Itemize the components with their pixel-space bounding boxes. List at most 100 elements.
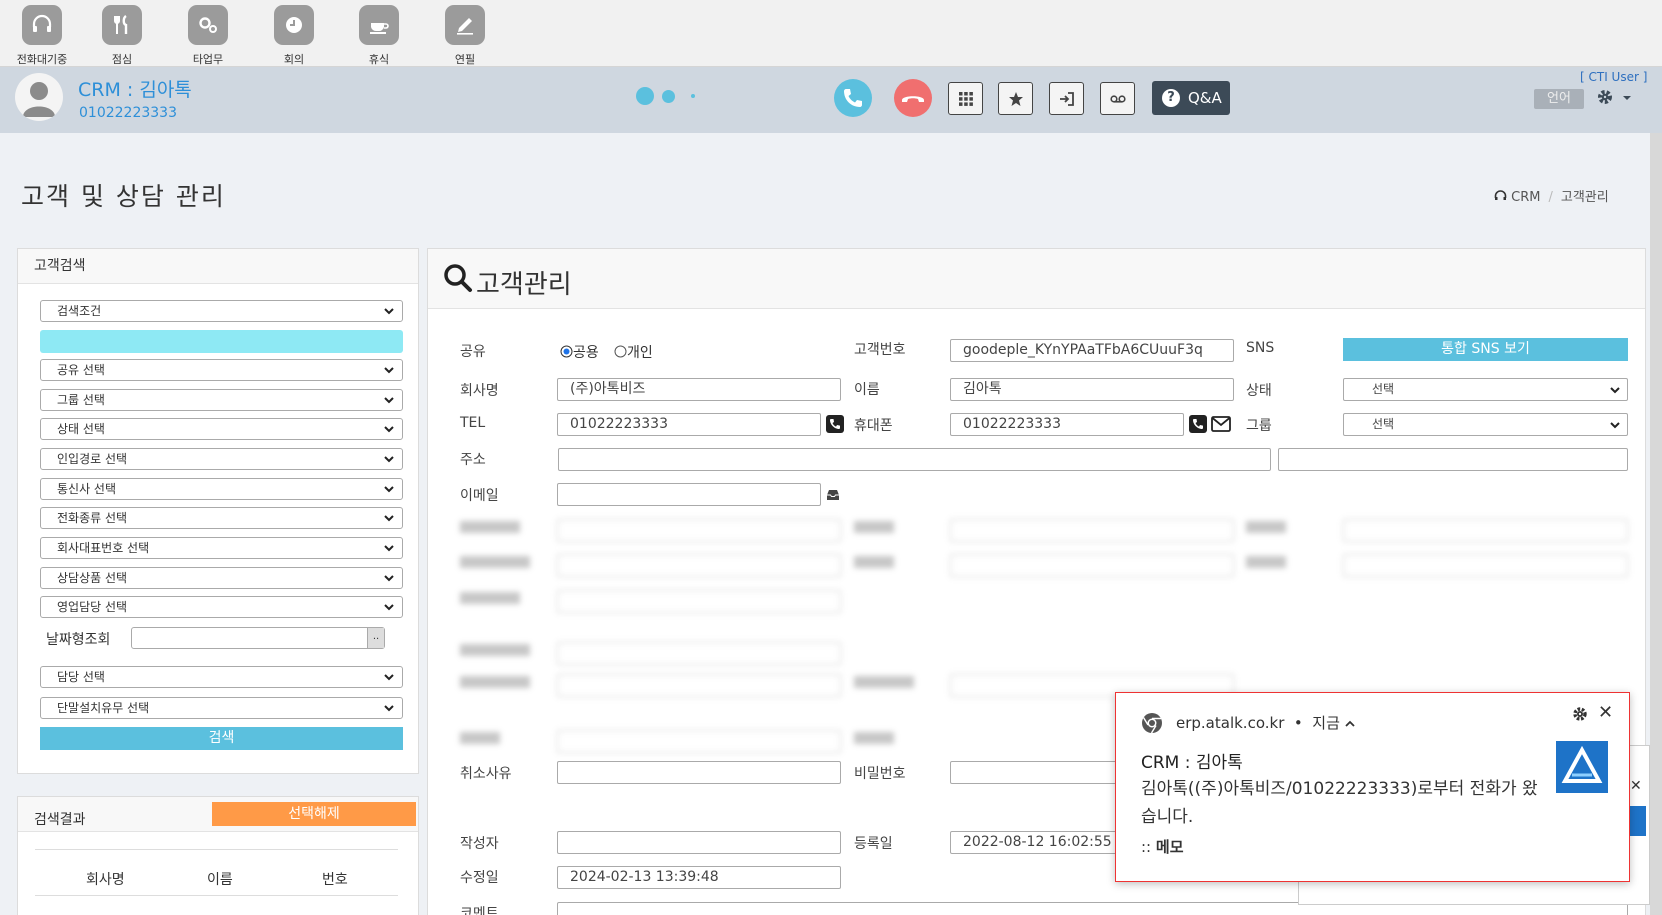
date-picker-button[interactable]: .. (367, 628, 384, 648)
inflow-path-select[interactable]: 인입경로 선택 (40, 448, 403, 470)
status-waiting-button[interactable]: 전화대기중 (0, 5, 84, 67)
company-number-select[interactable]: 회사대표번호 선택 (40, 537, 403, 559)
envelope-icon[interactable] (1211, 416, 1231, 432)
loading-dot (662, 90, 675, 103)
panel-title: 고객검색 (18, 249, 418, 284)
search-result-panel: 검색결과 선택해제 회사명 이름 번호 (17, 796, 419, 915)
cti-user-link[interactable]: [ CTI User ] (1580, 70, 1647, 84)
notification-memo[interactable]: :: 메모 (1141, 836, 1184, 857)
search-icon (444, 264, 472, 292)
customer-no-field[interactable]: goodeple_KYnYPAaTFbA6CUuuF3q (950, 339, 1234, 362)
email-field[interactable] (557, 483, 821, 506)
loading-dot (691, 94, 695, 98)
sns-view-button[interactable]: 통합 SNS 보기 (1343, 338, 1628, 361)
page-scrollbar[interactable] (1650, 133, 1662, 915)
tel-label: TEL (460, 415, 486, 431)
keypad-icon (959, 92, 973, 106)
column-number[interactable]: 번호 (322, 869, 348, 889)
company-field[interactable]: (주)아톡비즈 (557, 378, 841, 401)
writer-field[interactable] (557, 831, 841, 854)
headset-icon (22, 5, 62, 45)
favorite-button[interactable] (998, 82, 1033, 115)
coffee-icon (359, 5, 399, 45)
modified-label: 수정일 (460, 870, 499, 886)
password-label: 비밀번호 (854, 766, 906, 782)
search-button[interactable]: 검색 (40, 727, 403, 750)
date-range-input[interactable]: .. (131, 627, 385, 649)
status-select[interactable]: 선택 (1343, 378, 1628, 401)
agent-status-bar: 전화대기중 점심 타업무 회의 휴식 연필 (0, 0, 1662, 67)
loading-dot (636, 87, 654, 105)
name-label: 이름 (854, 382, 880, 398)
address-detail-field[interactable] (1278, 448, 1628, 471)
name-field[interactable]: 김아톡 (950, 378, 1234, 401)
phone-square-icon[interactable] (826, 415, 844, 433)
cancel-reason-field[interactable] (557, 761, 841, 784)
language-button[interactable]: 언어 (1534, 89, 1584, 109)
date-search-label: 날짜형조회 (46, 632, 111, 648)
manager-select[interactable]: 담당 선택 (40, 666, 403, 688)
group-select[interactable]: 선택 (1343, 413, 1628, 436)
keypad-button[interactable] (948, 82, 983, 115)
breadcrumb-separator: / (1548, 190, 1553, 205)
carrier-select[interactable]: 통신사 선택 (40, 478, 403, 500)
company-label: 회사명 (460, 383, 499, 399)
notification-title: CRM : 김아톡 (1141, 753, 1243, 773)
sales-manager-select[interactable]: 영업담당 선택 (40, 596, 403, 618)
deselect-button[interactable]: 선택해제 (212, 802, 416, 826)
hangup-icon (902, 96, 924, 102)
registered-label: 등록일 (854, 836, 893, 852)
terminal-install-select[interactable]: 단말설치유무 선택 (40, 697, 403, 719)
chrome-notification[interactable]: erp.atalk.co.kr • 지금 ✕ CRM : 김아톡 김아톡((주)… (1115, 692, 1630, 882)
column-name[interactable]: 이름 (207, 869, 233, 889)
app-window: 전화대기중 점심 타업무 회의 휴식 연필 CRM: 김아톡 01022223… (0, 0, 1662, 915)
address-field[interactable] (558, 448, 1271, 471)
breadcrumb-crm[interactable]: CRM (1511, 190, 1540, 205)
inbox-icon[interactable] (826, 489, 840, 501)
tel-field[interactable]: 01022223333 (557, 413, 821, 436)
voicemail-button[interactable] (1100, 82, 1135, 115)
status-select[interactable]: 상태 선택 (40, 418, 403, 440)
gear-icon[interactable] (1572, 706, 1588, 722)
status-break-button[interactable]: 휴식 (337, 5, 421, 67)
settings-dropdown[interactable] (1596, 86, 1636, 110)
page-title: 고객 및 상담 관리 (21, 182, 226, 211)
share-private-radio[interactable]: 개인 (614, 342, 653, 362)
notification-close-icon[interactable]: ✕ (1598, 702, 1613, 723)
group-label: 그룹 (1246, 418, 1272, 434)
background-notification-close[interactable]: ✕ (1630, 778, 1642, 794)
search-keyword-input[interactable] (40, 330, 403, 353)
group-select[interactable]: 그룹 선택 (40, 389, 403, 411)
search-condition-select[interactable]: 검색조건 (40, 300, 403, 322)
mobile-label: 휴대폰 (854, 418, 893, 434)
headset-icon (1494, 190, 1511, 205)
column-company[interactable]: 회사명 (86, 869, 125, 889)
qa-button[interactable]: ? Q&A (1152, 81, 1230, 115)
utensils-icon (102, 5, 142, 45)
phone-square-icon[interactable] (1189, 415, 1207, 433)
sign-in-icon (1060, 92, 1074, 106)
consult-product-select[interactable]: 상담상품 선택 (40, 567, 403, 589)
notification-body: 김아톡((주)아톡비즈/01022223333)로부터 전화가 왔습니다. (1141, 779, 1538, 827)
star-icon (1009, 92, 1023, 106)
notification-source: erp.atalk.co.kr • 지금 (1176, 712, 1355, 733)
question-icon: ? (1162, 89, 1180, 107)
share-select[interactable]: 공유 선택 (40, 359, 403, 381)
customer-no-label: 고객번호 (854, 342, 906, 358)
call-button[interactable] (834, 79, 872, 117)
status-pencil-button[interactable]: 연필 (423, 5, 507, 67)
phone-icon (844, 89, 862, 107)
sns-label: SNS (1246, 340, 1275, 356)
mobile-field[interactable]: 01022223333 (950, 413, 1184, 436)
hangup-button[interactable] (894, 79, 932, 117)
transfer-button[interactable] (1049, 82, 1084, 115)
atalk-logo (1556, 741, 1608, 793)
status-meeting-button[interactable]: 회의 (252, 5, 336, 67)
crm-caller-phone: 01022223333 (79, 105, 177, 121)
status-other-work-button[interactable]: 타업무 (166, 5, 250, 67)
phone-type-select[interactable]: 전화종류 선택 (40, 507, 403, 529)
status-lunch-button[interactable]: 점심 (80, 5, 164, 67)
cancel-reason-label: 취소사유 (460, 766, 512, 782)
share-public-radio[interactable]: 공용 (560, 342, 599, 362)
divider (35, 895, 398, 896)
